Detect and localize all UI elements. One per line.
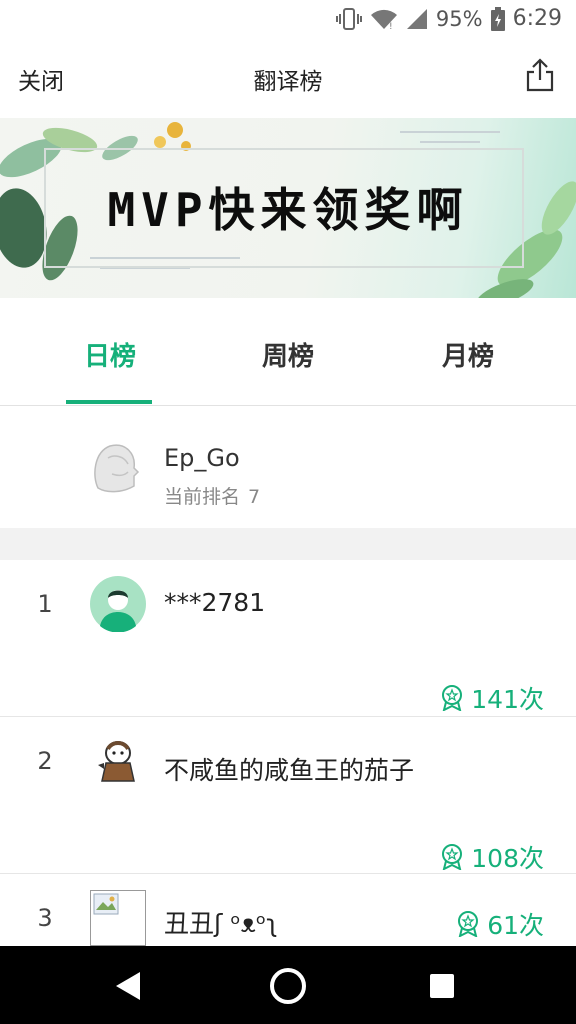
my-rank-card: Ep_Go 当前排名 7: [0, 406, 576, 528]
medal-icon: [458, 911, 479, 937]
rank-number: 3: [37, 904, 53, 932]
tab-daily[interactable]: 日榜: [40, 336, 180, 373]
rank-number: 1: [37, 590, 53, 618]
back-icon[interactable]: [112, 970, 144, 1002]
medal-icon: [442, 685, 463, 711]
status-icons: ! 95% 6:29: [335, 6, 562, 31]
rank-number: 2: [37, 747, 53, 775]
row-username: 丑丑ʃ ᵒᴥᵒʅ: [164, 909, 278, 938]
signal-icon: [406, 8, 427, 29]
ranking-row[interactable]: 3 丑丑ʃ ᵒᴥᵒʅ 61次: [0, 874, 576, 946]
clock: 6:29: [512, 6, 562, 31]
broken-image-icon[interactable]: [90, 890, 146, 946]
tab-weekly[interactable]: 周榜: [218, 336, 358, 373]
row-username: ***2781: [164, 588, 266, 617]
share-icon[interactable]: [524, 58, 556, 92]
ranking-row[interactable]: 1 ***2781 141次: [0, 560, 576, 717]
recents-icon[interactable]: [428, 972, 456, 1000]
banner-headline: MVP快来领奖啊: [107, 183, 469, 237]
rank-label: 当前排名: [164, 486, 241, 508]
status-bar: ! 95% 6:29: [0, 0, 576, 40]
page-title: 翻译榜: [253, 69, 323, 95]
svg-text:!: !: [389, 22, 393, 30]
home-icon[interactable]: [268, 966, 308, 1006]
translation-count: 141次: [441, 680, 544, 716]
count-value: 61次: [487, 911, 544, 940]
my-current-rank: 当前排名 7: [164, 482, 268, 509]
period-tabs: 日榜 周榜 月榜: [0, 298, 576, 406]
translation-count: 108次: [441, 839, 544, 875]
translation-count: 61次: [457, 906, 544, 942]
count-value: 108次: [471, 844, 544, 873]
tab-monthly[interactable]: 月榜: [398, 336, 538, 373]
section-separator: [0, 528, 576, 560]
avatar[interactable]: [90, 576, 146, 632]
app-header: 关闭 翻译榜: [0, 40, 576, 118]
medal-icon: [442, 844, 463, 870]
count-value: 141次: [471, 685, 544, 714]
battery-icon: [490, 6, 505, 31]
promo-banner[interactable]: MVP快来领奖啊: [0, 118, 576, 298]
rank-value: 7: [248, 486, 261, 508]
vibrate-icon: [335, 7, 362, 30]
wifi-icon: !: [370, 9, 397, 30]
battery-percent: 95%: [435, 6, 483, 31]
row-username: 不咸鱼的咸鱼王的茄子: [164, 756, 415, 785]
avatar[interactable]: [84, 436, 144, 496]
system-nav-bar: [0, 946, 576, 1024]
avatar[interactable]: [90, 735, 146, 791]
ranking-row[interactable]: 2 不咸鱼的咸鱼王的茄子 108次: [0, 717, 576, 874]
active-tab-indicator: [66, 400, 152, 404]
my-username: Ep_Go: [164, 444, 240, 472]
